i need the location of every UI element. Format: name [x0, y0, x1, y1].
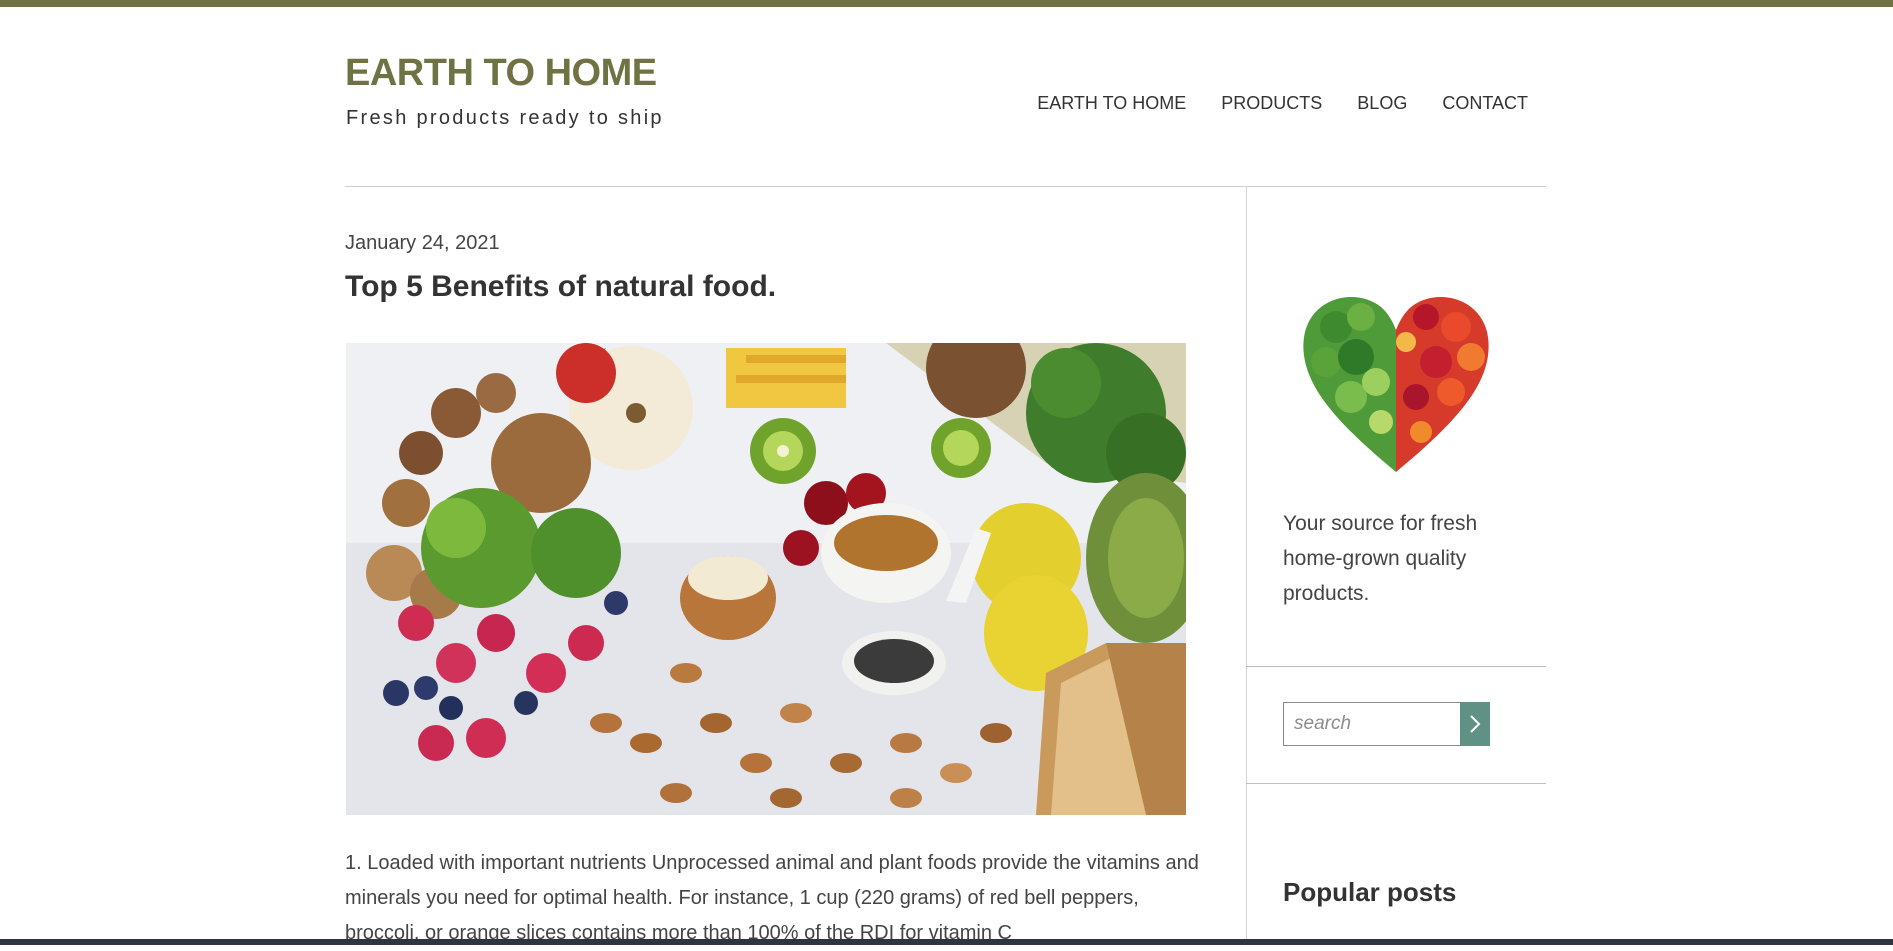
popular-posts-heading: Popular posts	[1283, 877, 1457, 907]
sidebar-about-text: Your source for fresh home-grown quality…	[1283, 512, 1478, 605]
nav-contact[interactable]: CONTACT	[1442, 93, 1528, 114]
site-title[interactable]: EARTH TO HOME	[345, 52, 657, 95]
top-accent-bar	[0, 0, 1893, 7]
main-nav: EARTH TO HOME PRODUCTS BLOG CONTACT	[1037, 93, 1528, 114]
nav-blog[interactable]: BLOG	[1357, 93, 1407, 114]
header-divider	[345, 186, 1546, 187]
vegetable-heart-image	[1303, 297, 1489, 472]
sidebar-divider-top	[1246, 666, 1546, 667]
nav-products[interactable]: PRODUCTS	[1221, 93, 1322, 114]
sidebar-divider-bottom	[1246, 783, 1546, 784]
search-submit-button[interactable]	[1460, 702, 1490, 746]
nav-earth-to-home[interactable]: EARTH TO HOME	[1037, 93, 1186, 114]
post-body-text: 1. Loaded with important nutrients Unpro…	[345, 852, 1199, 944]
search-input[interactable]	[1283, 702, 1460, 746]
bottom-strip	[0, 939, 1893, 945]
post-title[interactable]: Top 5 Benefits of natural food.	[345, 270, 776, 304]
site-tagline: Fresh products ready to ship	[346, 107, 664, 129]
post-featured-image	[346, 343, 1186, 815]
chevron-right-icon	[1470, 715, 1481, 733]
post-date: January 24, 2021	[345, 232, 500, 254]
sidebar-divider	[1246, 186, 1247, 945]
